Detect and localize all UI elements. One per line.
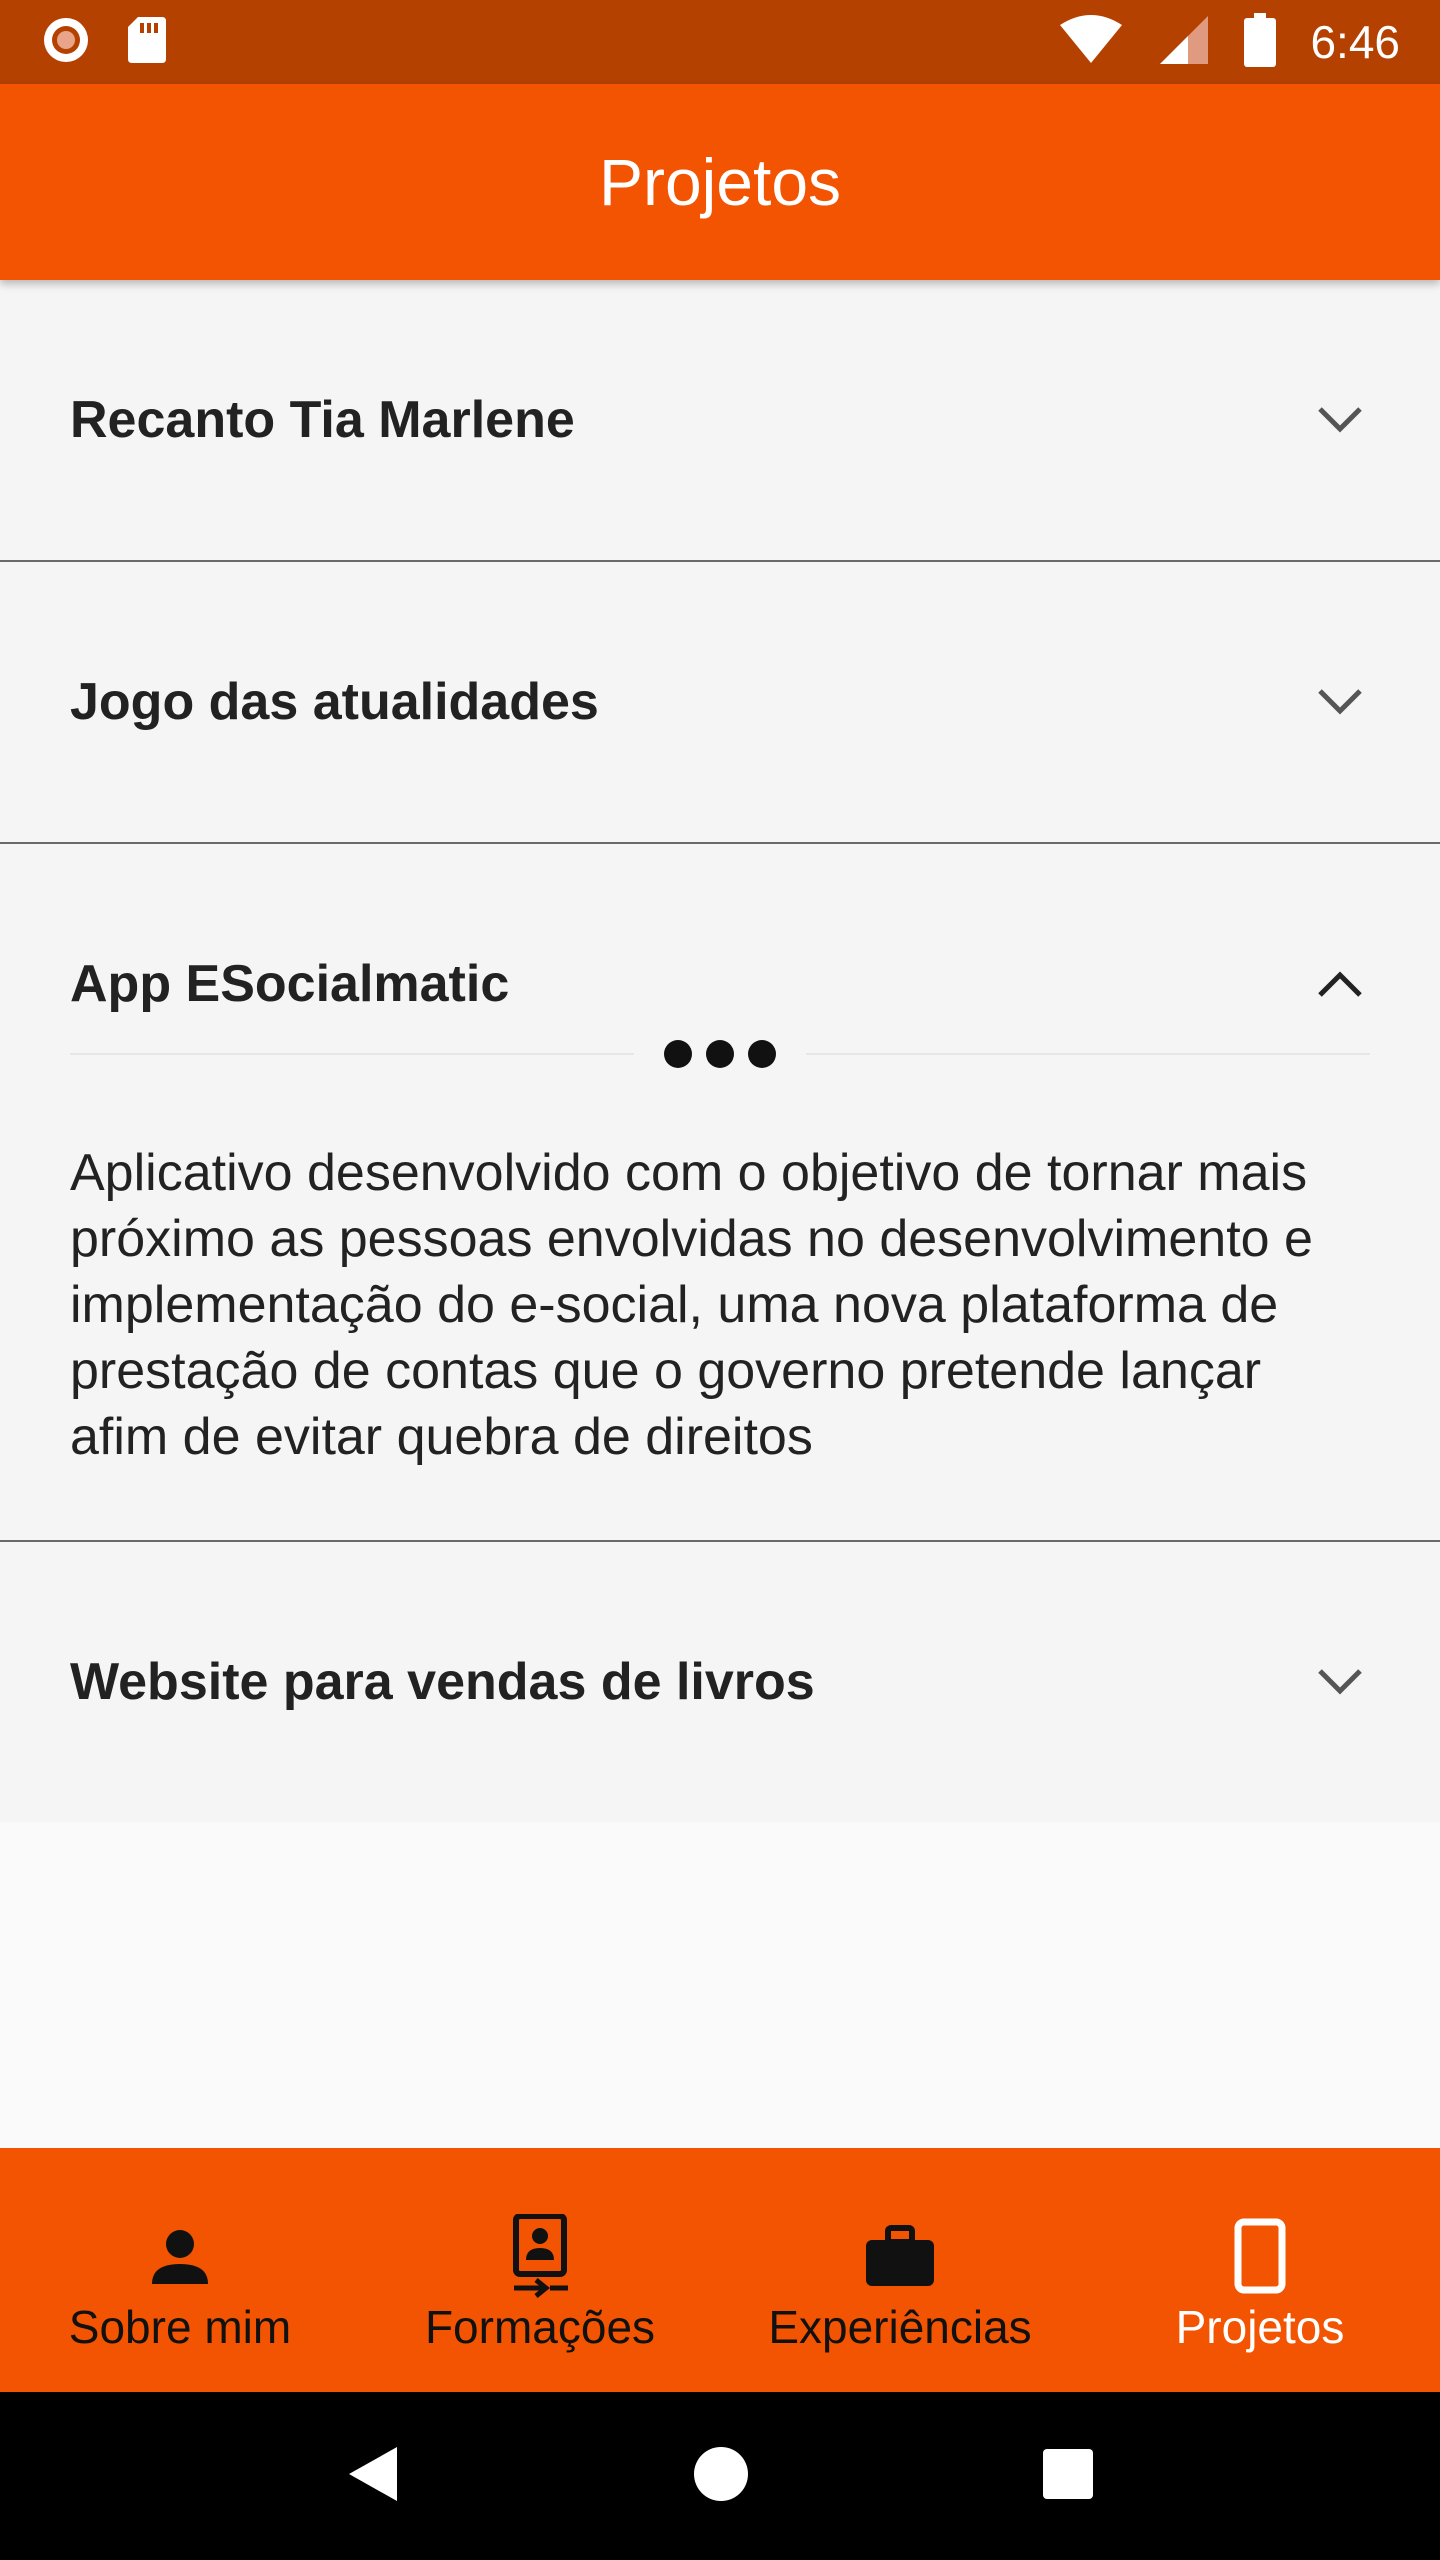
back-icon[interactable] xyxy=(345,2443,401,2510)
battery-icon xyxy=(1244,12,1277,72)
person-icon xyxy=(148,2216,212,2296)
projects-list: Recanto Tia Marlene Jogo das atualidades… xyxy=(0,280,1440,1932)
page-title: Projetos xyxy=(598,145,842,219)
app-bar: Projetos xyxy=(0,84,1440,280)
nav-label: Sobre mim xyxy=(68,2301,292,2353)
chevron-up-icon[interactable] xyxy=(1310,954,1370,1014)
signal-icon xyxy=(1158,14,1210,71)
nav-item-experiencias[interactable]: Experiências xyxy=(720,2148,1080,2392)
project-panel: Website para vendas de livros xyxy=(0,1542,1440,1822)
project-header[interactable]: Recanto Tia Marlene xyxy=(0,280,1440,560)
wifi-icon xyxy=(1058,14,1124,70)
more-dots-icon xyxy=(634,1040,806,1068)
dots-divider xyxy=(70,1024,1370,1084)
briefcase-icon xyxy=(864,2216,936,2296)
project-description: Aplicativo desenvolvido com o objetivo d… xyxy=(70,1144,1313,1466)
nav-label: Projetos xyxy=(1175,2301,1345,2353)
recents-icon[interactable] xyxy=(1041,2447,1095,2506)
project-title: App ESocialmatic xyxy=(70,955,510,1013)
nav-label: Formações xyxy=(424,2301,656,2353)
sd-card-icon xyxy=(126,15,168,70)
project-panel-expanded: App ESocialmatic Aplicativo desenvolvido… xyxy=(0,844,1440,1542)
project-panel: Jogo das atualidades xyxy=(0,562,1440,844)
project-body: Aplicativo desenvolvido com o objetivo d… xyxy=(0,1024,1440,1540)
status-bar: 6:46 xyxy=(0,0,1440,84)
record-icon xyxy=(40,14,92,71)
status-time: 6:46 xyxy=(1310,16,1400,68)
chevron-down-icon[interactable] xyxy=(1310,672,1370,732)
bottom-nav: Sobre mim Formações Experiências Projeto… xyxy=(0,2148,1440,2392)
project-header[interactable]: Website para vendas de livros xyxy=(0,1542,1440,1822)
project-title: Website para vendas de livros xyxy=(70,1653,815,1711)
contact-card-icon xyxy=(512,2214,568,2298)
chevron-down-icon[interactable] xyxy=(1310,390,1370,450)
nav-label: Experiências xyxy=(768,2301,1032,2353)
project-header[interactable]: Jogo das atualidades xyxy=(0,562,1440,842)
nav-item-sobre-mim[interactable]: Sobre mim xyxy=(0,2148,360,2392)
nav-item-projetos[interactable]: Projetos xyxy=(1080,2148,1440,2392)
system-nav-bar xyxy=(0,2392,1440,2560)
nav-item-formacoes[interactable]: Formações xyxy=(360,2148,720,2392)
project-title: Jogo das atualidades xyxy=(70,673,599,731)
chevron-down-icon[interactable] xyxy=(1310,1652,1370,1712)
project-panel: Recanto Tia Marlene xyxy=(0,280,1440,562)
home-icon[interactable] xyxy=(692,2445,750,2508)
project-title: Recanto Tia Marlene xyxy=(70,391,575,449)
phone-icon xyxy=(1234,2216,1286,2296)
